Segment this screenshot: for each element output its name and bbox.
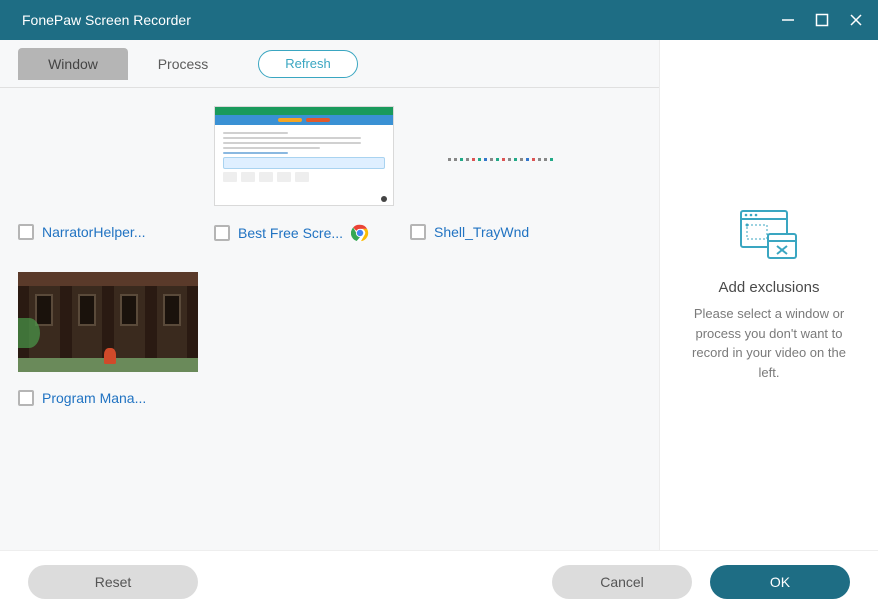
titlebar: FonePaw Screen Recorder <box>0 0 878 40</box>
content-area: Window Process Refresh NarratorHelper... <box>0 40 878 550</box>
left-pane: Window Process Refresh NarratorHelper... <box>0 40 660 550</box>
tile-shell[interactable]: Shell_TrayWnd <box>410 106 600 270</box>
app-title: FonePaw Screen Recorder <box>22 12 191 28</box>
window-controls <box>780 12 864 28</box>
refresh-button-label: Refresh <box>285 56 331 71</box>
thumbnail-shell <box>410 106 590 206</box>
tile-narrator[interactable]: NarratorHelper... <box>18 106 208 270</box>
checkbox-bestfree[interactable] <box>214 225 230 241</box>
checkbox-narrator[interactable] <box>18 224 34 240</box>
footer: Reset Cancel OK <box>0 550 878 612</box>
right-pane: Add exclusions Please select a window or… <box>660 40 878 550</box>
close-icon[interactable] <box>848 12 864 28</box>
cancel-button[interactable]: Cancel <box>552 565 692 599</box>
chrome-icon <box>351 224 369 242</box>
thumbnail-program <box>18 272 198 372</box>
label-shell: Shell_TrayWnd <box>434 224 529 240</box>
thumbnail-narrator <box>18 106 198 206</box>
cancel-button-label: Cancel <box>600 574 644 590</box>
reset-button[interactable]: Reset <box>28 565 198 599</box>
tile-program[interactable]: Program Mana... <box>18 272 208 436</box>
checkbox-shell[interactable] <box>410 224 426 240</box>
tab-bar: Window Process Refresh <box>0 40 659 88</box>
minimize-icon[interactable] <box>780 12 796 28</box>
exclusions-icon <box>740 210 798 260</box>
refresh-button[interactable]: Refresh <box>258 50 358 78</box>
exclusions-text: Please select a window or process you do… <box>684 304 854 382</box>
ok-button-label: OK <box>770 574 790 590</box>
checkbox-program[interactable] <box>18 390 34 406</box>
exclusions-title: Add exclusions <box>684 279 854 296</box>
tab-window[interactable]: Window <box>18 48 128 80</box>
tile-bestfree[interactable]: Best Free Scre... <box>214 106 404 270</box>
tab-window-label: Window <box>48 56 98 72</box>
window-grid: NarratorHelper... <box>0 88 659 550</box>
label-program: Program Mana... <box>42 390 146 406</box>
label-narrator: NarratorHelper... <box>42 224 145 240</box>
thumbnail-bestfree <box>214 106 394 206</box>
reset-button-label: Reset <box>95 574 132 590</box>
ok-button[interactable]: OK <box>710 565 850 599</box>
tab-process[interactable]: Process <box>128 48 238 80</box>
label-bestfree: Best Free Scre... <box>238 225 343 241</box>
maximize-icon[interactable] <box>814 12 830 28</box>
tab-process-label: Process <box>158 56 209 72</box>
